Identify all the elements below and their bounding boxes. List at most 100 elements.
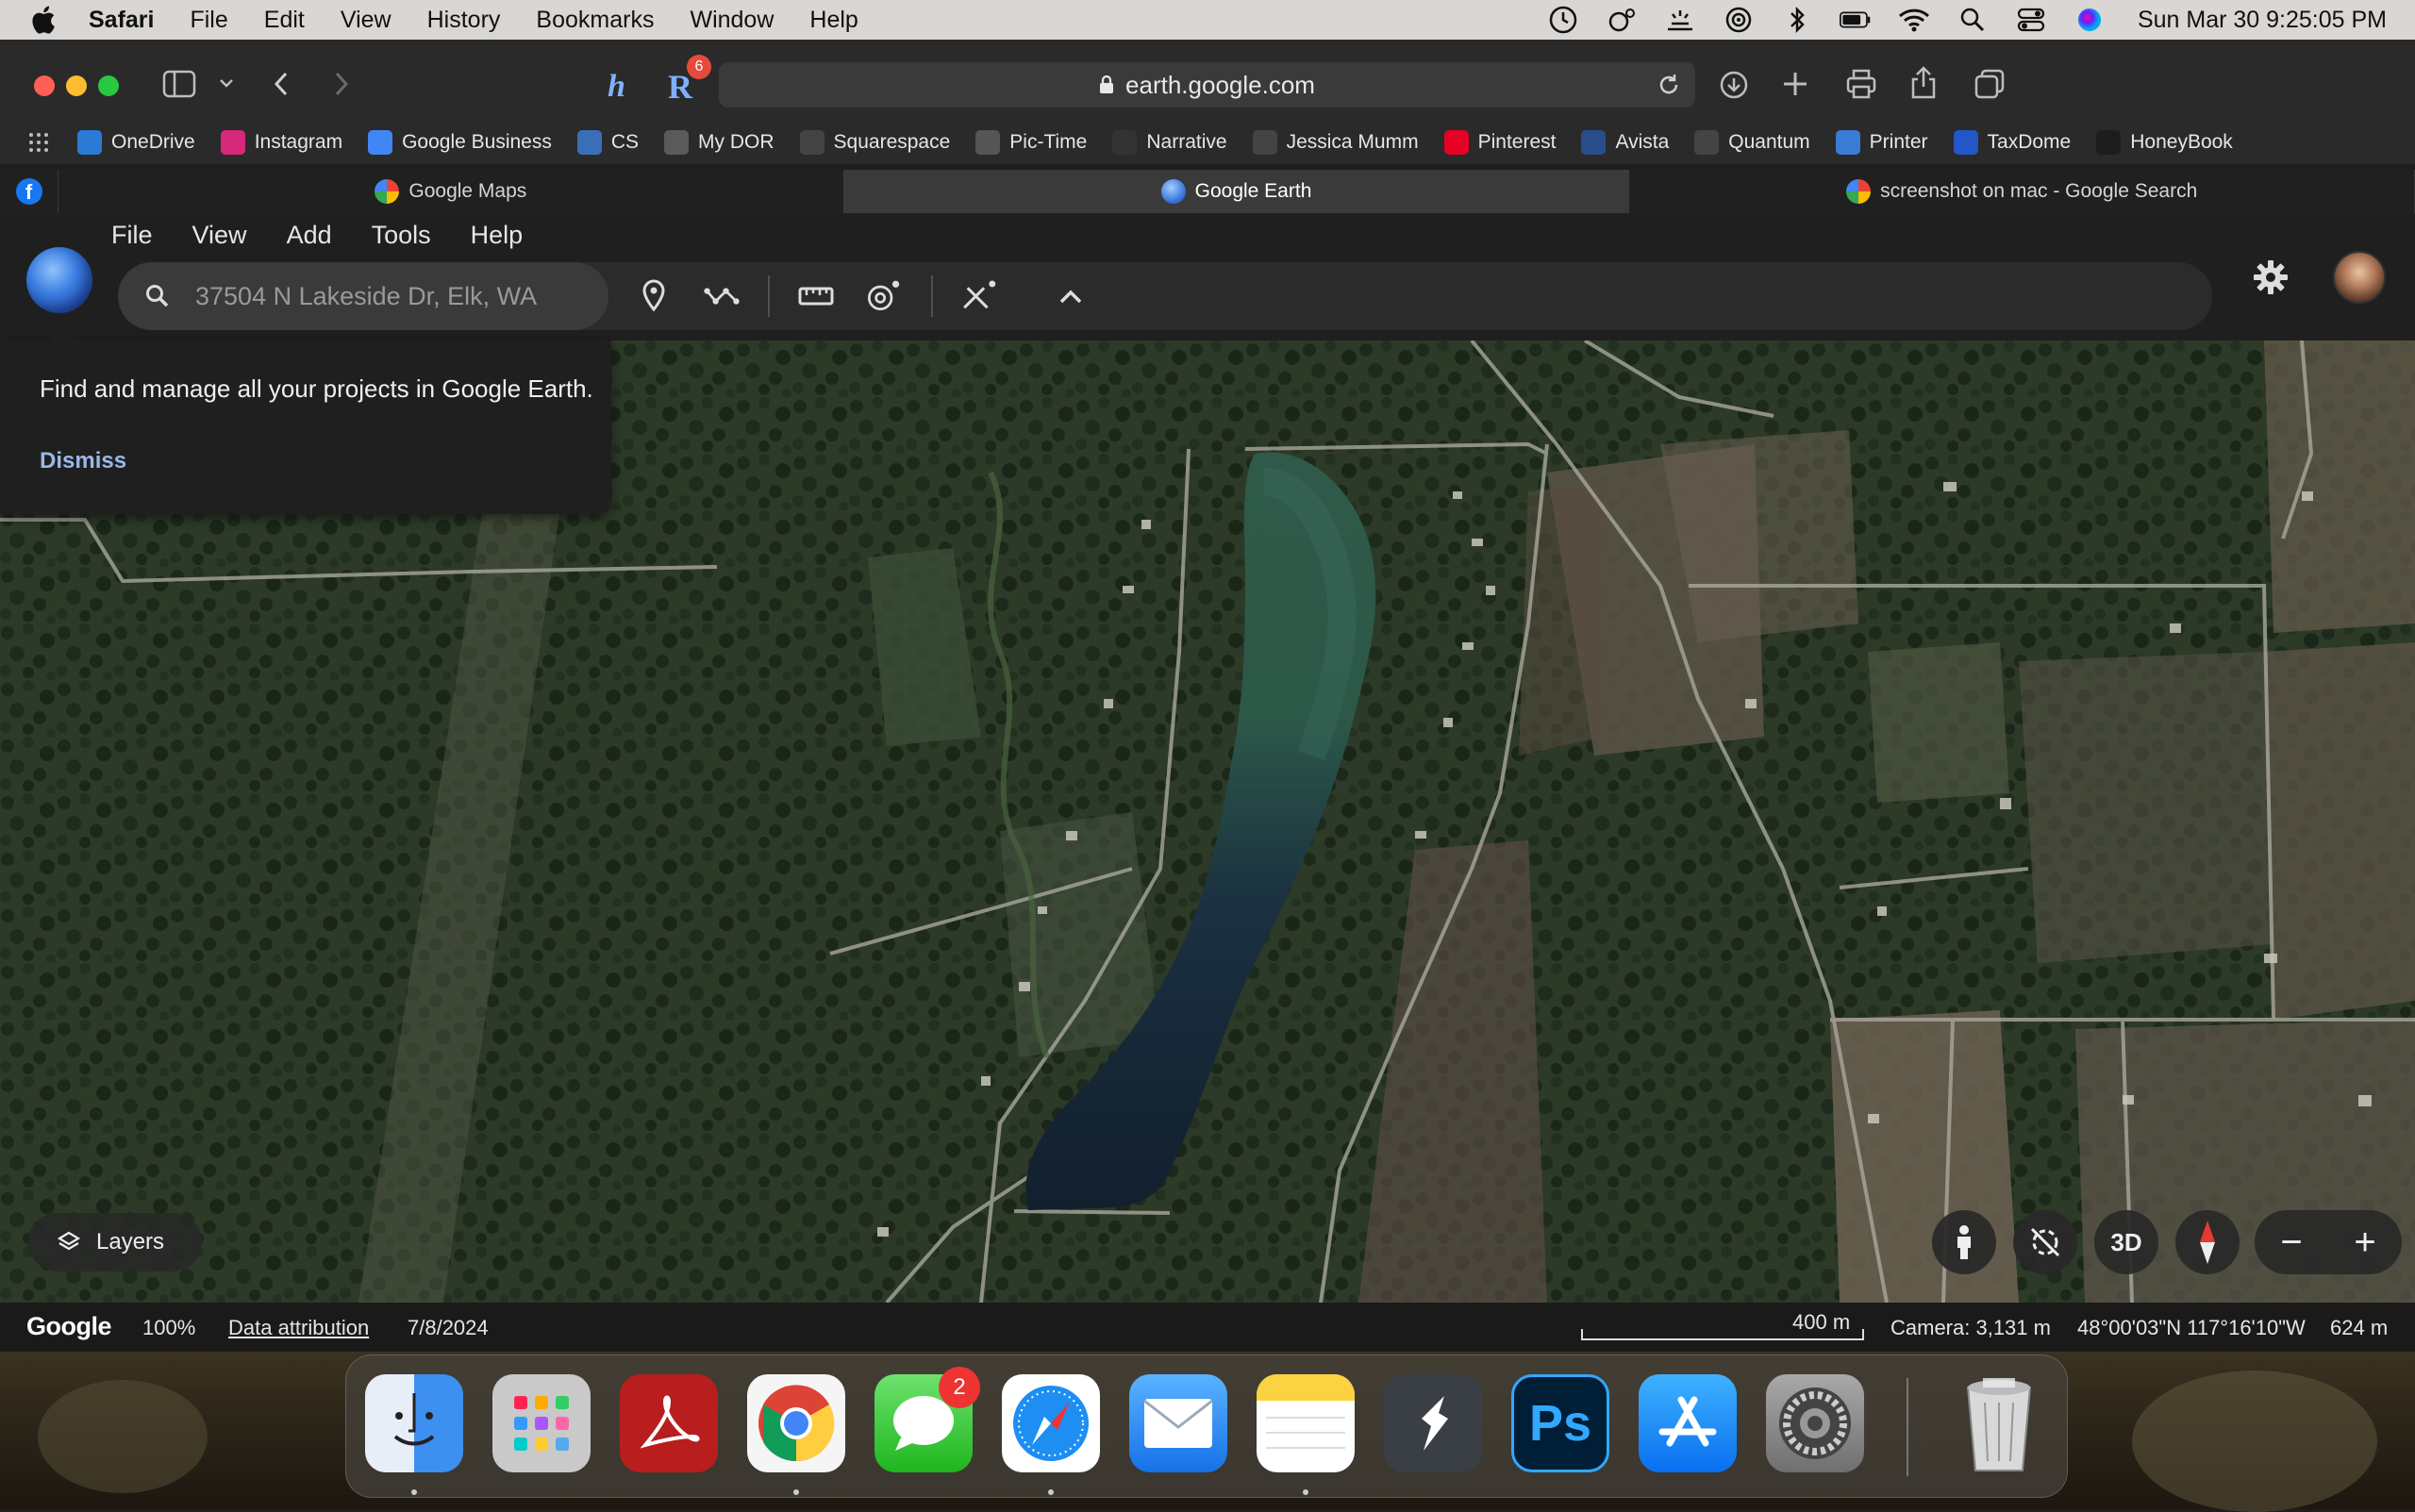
timer-icon[interactable] <box>1547 6 1579 34</box>
dock-chrome[interactable] <box>747 1374 845 1472</box>
zoom-window-button[interactable] <box>98 75 119 96</box>
zoom-in-button[interactable]: + <box>2328 1210 2402 1274</box>
bookmark-narrative[interactable]: Narrative <box>1112 130 1227 155</box>
earth-menu-help[interactable]: Help <box>471 221 524 250</box>
menu-help[interactable]: Help <box>809 7 858 34</box>
dock-acrobat[interactable] <box>620 1374 718 1472</box>
airdrop-icon[interactable] <box>1723 6 1755 34</box>
menu-file[interactable]: File <box>190 7 227 34</box>
siri-icon[interactable] <box>2074 6 2106 34</box>
bookmark-squarespace[interactable]: Squarespace <box>799 130 950 155</box>
bookmark-instagram[interactable]: Instagram <box>220 130 342 155</box>
tab-google-maps[interactable]: Google Maps <box>58 170 844 213</box>
dock-safari[interactable] <box>1002 1374 1100 1472</box>
tooltip-message: Find and manage all your projects in Goo… <box>40 374 593 403</box>
dock-launchpad[interactable] <box>492 1374 591 1472</box>
timelapse-icon[interactable] <box>863 277 901 315</box>
dock-aspect[interactable] <box>1384 1374 1482 1472</box>
dock-mail[interactable] <box>1129 1374 1227 1472</box>
lock-icon <box>1100 75 1114 93</box>
pinned-tab-facebook[interactable]: f <box>0 170 58 213</box>
wifi-icon[interactable] <box>1898 6 1930 34</box>
address-bar[interactable]: earth.google.com <box>719 62 1695 108</box>
weather-icon[interactable] <box>1664 6 1696 34</box>
honey-extension-icon[interactable]: h <box>604 66 638 104</box>
bookmark-google-business[interactable]: Google Business <box>368 130 552 155</box>
menubar-clock[interactable]: Sun Mar 30 9:25:05 PM <box>2138 7 2387 34</box>
dismiss-button[interactable]: Dismiss <box>40 448 126 474</box>
settings-gear-icon[interactable] <box>2252 258 2290 296</box>
bookmark-pic-time[interactable]: Pic-Time <box>975 130 1087 155</box>
bookmark-honeybook[interactable]: HoneyBook <box>2096 130 2233 155</box>
dock-finder[interactable] <box>365 1374 463 1472</box>
menu-safari[interactable]: Safari <box>89 7 154 34</box>
bluetooth-icon[interactable] <box>1781 6 1813 34</box>
battery-icon[interactable] <box>1839 6 1872 34</box>
earth-menu-file[interactable]: File <box>111 221 153 250</box>
menu-edit[interactable]: Edit <box>264 7 305 34</box>
bookmark-taxdome[interactable]: TaxDome <box>1953 130 2071 155</box>
reload-icon[interactable] <box>1656 72 1682 98</box>
bookmark-printer[interactable]: Printer <box>1835 130 1928 155</box>
dock-trash[interactable] <box>1950 1374 2048 1472</box>
running-indicator <box>793 1489 799 1495</box>
print-icon[interactable] <box>1845 68 1877 100</box>
spotlight-icon[interactable] <box>1957 6 1989 34</box>
new-tab-icon[interactable] <box>1781 70 1809 98</box>
data-attribution-link[interactable]: Data attribution <box>228 1316 369 1340</box>
apple-menu-icon[interactable] <box>28 4 57 36</box>
tab-google-search[interactable]: screenshot on mac - Google Search <box>1629 170 2415 213</box>
reset-tilt-button[interactable] <box>2013 1210 2077 1274</box>
menu-window[interactable]: Window <box>690 7 774 34</box>
dock-system-settings[interactable] <box>1766 1374 1864 1472</box>
dock-photoshop[interactable]: Ps <box>1511 1374 1609 1472</box>
bookmark-cs[interactable]: CS <box>576 130 639 155</box>
menu-bookmarks[interactable]: Bookmarks <box>536 7 654 34</box>
tab-google-earth[interactable]: Google Earth <box>843 170 1630 213</box>
chevron-down-icon[interactable] <box>219 77 234 89</box>
bookmark-avista[interactable]: Avista <box>1581 130 1669 155</box>
readwise-extension-icon[interactable]: R 6 <box>666 55 711 106</box>
stage-icon[interactable] <box>1606 6 1638 34</box>
apps-grid-icon[interactable] <box>28 132 49 153</box>
user-avatar[interactable] <box>2333 251 2386 304</box>
control-center-icon[interactable] <box>2015 6 2047 34</box>
tab-overview-icon[interactable] <box>1974 68 2006 100</box>
minimize-window-button[interactable] <box>66 75 87 96</box>
bookmark-quantum[interactable]: Quantum <box>1694 130 1810 155</box>
menu-view[interactable]: View <box>341 7 391 34</box>
bookmark-onedrive[interactable]: OneDrive <box>77 130 195 155</box>
cursor-coordinates: 48°00'03"N 117°16'10"W <box>2077 1316 2306 1339</box>
earth-menu-view[interactable]: View <box>192 221 247 250</box>
tools-icon[interactable] <box>959 277 997 315</box>
ruler-icon[interactable] <box>797 277 835 315</box>
menu-history[interactable]: History <box>427 7 501 34</box>
bookmark-jessica-mumm[interactable]: Jessica Mumm <box>1252 130 1419 155</box>
share-icon[interactable] <box>1909 66 1938 100</box>
street-view-button[interactable] <box>1932 1210 1996 1274</box>
search-input[interactable] <box>193 280 590 312</box>
bookmark-pinterest[interactable]: Pinterest <box>1443 130 1556 155</box>
dock-messages[interactable]: 2 <box>874 1367 980 1472</box>
placemark-icon[interactable] <box>635 277 673 315</box>
search-box[interactable] <box>118 262 608 330</box>
dock-app-store[interactable] <box>1639 1374 1737 1472</box>
earth-menu-tools[interactable]: Tools <box>372 221 431 250</box>
downloads-icon[interactable] <box>1719 70 1749 100</box>
bookmark-my-dor[interactable]: My DOR <box>664 130 774 155</box>
draw-line-icon[interactable] <box>703 277 741 315</box>
layers-button[interactable]: Layers <box>28 1213 202 1271</box>
chevron-up-icon[interactable] <box>1052 277 1090 315</box>
zoom-out-button[interactable]: − <box>2255 1210 2328 1274</box>
back-button-icon[interactable] <box>272 70 291 98</box>
zoom-controls: − + <box>2255 1210 2402 1274</box>
3d-toggle-button[interactable]: 3D <box>2094 1210 2158 1274</box>
sidebar-toggle-icon[interactable] <box>162 70 196 98</box>
forward-button-icon[interactable] <box>332 70 351 98</box>
google-earth-logo[interactable] <box>26 247 92 313</box>
compass-button[interactable] <box>2175 1210 2240 1274</box>
close-window-button[interactable] <box>34 75 55 96</box>
earth-menu-add[interactable]: Add <box>287 221 332 250</box>
layers-icon <box>57 1231 81 1251</box>
dock-notes[interactable] <box>1257 1374 1355 1472</box>
